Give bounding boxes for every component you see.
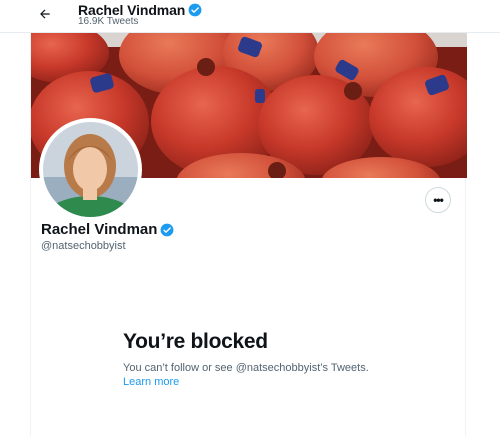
profile-content: ••• Rachel Vindman @natsechobbyist You’r… [30,33,467,436]
tweet-count: 16.9K Tweets [78,16,139,27]
more-options-button[interactable]: ••• [425,187,451,213]
more-horizontal-icon: ••• [433,193,444,207]
verified-badge-icon [188,3,202,17]
learn-more-link[interactable]: Learn more [123,376,179,388]
avatar-image [43,122,138,217]
profile-handle: @natsechobbyist [41,240,126,252]
top-header: Rachel Vindman 16.9K Tweets [0,0,500,33]
profile-avatar[interactable] [39,118,142,221]
blocked-message: You can’t follow or see @natsechobbyist’… [123,362,369,374]
verified-badge-icon [161,223,174,236]
back-button[interactable] [38,7,58,23]
arrow-left-icon [40,9,50,19]
profile-name-text: Rachel Vindman [41,221,158,238]
blocked-title: You’re blocked [123,330,268,353]
profile-name: Rachel Vindman [41,221,174,238]
